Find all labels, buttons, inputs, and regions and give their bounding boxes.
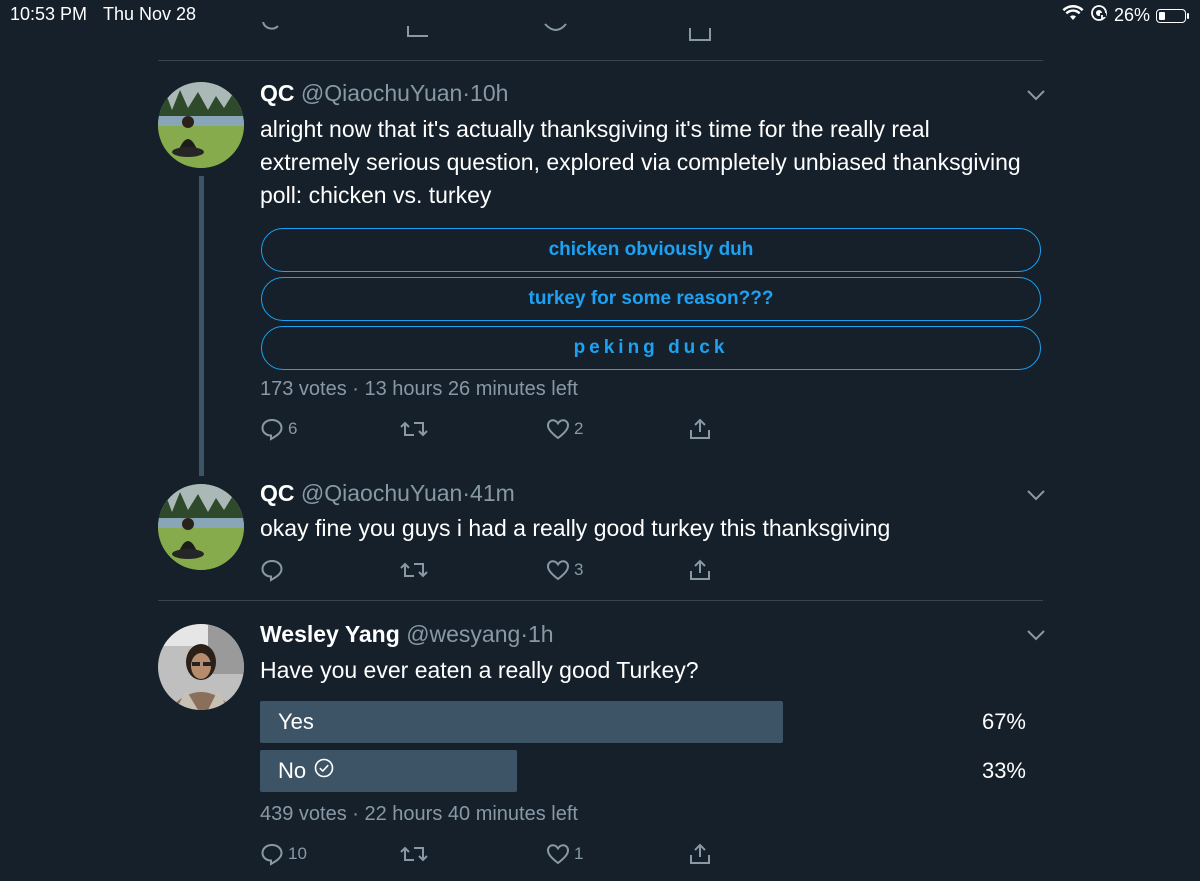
display-name[interactable]: QC (260, 80, 295, 106)
share-icon (688, 842, 712, 866)
chevron-down-icon[interactable] (1026, 88, 1046, 101)
poll-meta: 173 votes · 13 hours 26 minutes left (260, 378, 578, 400)
tweet-actions: 10 1 (258, 842, 728, 868)
retweet-button[interactable] (400, 417, 432, 441)
like-count: 3 (574, 560, 584, 579)
user-handle[interactable]: @QiaochuYuan (301, 480, 462, 506)
tweet-header: Wesley Yang @wesyang·1h (260, 621, 554, 648)
reply-icon (260, 417, 284, 441)
poll-option[interactable]: chicken obviously duh (261, 228, 1041, 272)
separator-dot: · (462, 480, 471, 506)
chevron-down-icon[interactable] (1026, 628, 1046, 641)
like-button[interactable]: 2 (546, 417, 583, 441)
display-name[interactable]: Wesley Yang (260, 621, 400, 647)
tweet-divider (158, 60, 1043, 61)
reply-count: 10 (288, 844, 307, 863)
tweet-time[interactable]: 10h (470, 80, 508, 106)
reply-icon (260, 558, 284, 582)
share-icon (688, 558, 712, 582)
poll-result-percent: 67% (981, 709, 1026, 734)
battery-percent: 26% (1113, 5, 1150, 25)
avatar[interactable] (158, 82, 244, 168)
poll-result-label: No (278, 758, 307, 783)
poll-result-percent: 33% (981, 758, 1026, 783)
heart-icon (546, 417, 570, 441)
avatar[interactable] (158, 484, 244, 570)
share-button[interactable] (688, 417, 712, 441)
check-circle-icon (314, 758, 334, 784)
tweet-time[interactable]: 41m (470, 480, 515, 506)
status-indicators: 26% (1062, 4, 1189, 27)
location-lock-icon (1090, 4, 1108, 27)
tweet-header: QC @QiaochuYuan·41m (260, 480, 515, 507)
heart-icon (546, 842, 570, 866)
chevron-down-icon[interactable] (1026, 488, 1046, 501)
reply-icon (260, 842, 284, 866)
user-handle[interactable]: @QiaochuYuan (301, 80, 462, 106)
reply-button[interactable]: 10 (260, 842, 307, 866)
tweet-header: QC @QiaochuYuan·10h (260, 80, 508, 107)
status-time: 10:53 PM (10, 4, 88, 24)
share-button[interactable] (688, 842, 712, 866)
heart-icon (546, 558, 570, 582)
display-name[interactable]: QC (260, 480, 295, 506)
retweet-button[interactable] (400, 842, 432, 866)
previous-tweet-actions (258, 21, 718, 42)
tweet-text: okay fine you guys i had a really good t… (260, 515, 891, 541)
poll-result-label: Yes (278, 709, 314, 734)
reply-button[interactable] (260, 558, 288, 582)
tweet-time[interactable]: 1h (528, 621, 554, 647)
share-button[interactable] (688, 558, 712, 582)
thread-line (199, 176, 204, 476)
battery-icon (1156, 8, 1189, 23)
like-count: 1 (574, 844, 584, 863)
poll-option[interactable]: peking duck (261, 326, 1041, 370)
tweet-text: Have you ever eaten a really good Turkey… (260, 657, 699, 683)
poll-meta: 439 votes · 22 hours 40 minutes left (260, 803, 578, 825)
like-count: 2 (574, 419, 584, 438)
tweet-actions: 6 2 (258, 417, 728, 443)
retweet-icon (400, 842, 428, 866)
user-handle[interactable]: @wesyang (406, 621, 520, 647)
tweet-actions: 3 (258, 558, 728, 584)
avatar[interactable] (158, 624, 244, 710)
status-date: Thu Nov 28 (103, 4, 197, 24)
poll-result-bar: No (260, 750, 517, 792)
reply-count: 6 (288, 419, 298, 438)
wifi-icon (1062, 5, 1084, 26)
separator-dot: · (462, 80, 471, 106)
tweet-divider (158, 600, 1043, 601)
retweet-icon (400, 417, 428, 441)
retweet-icon (400, 558, 428, 582)
tweet-text: alright now that it's actually thanksgiv… (260, 116, 1021, 208)
like-button[interactable]: 3 (546, 558, 583, 582)
poll-result-bar: Yes (260, 701, 783, 743)
like-button[interactable]: 1 (546, 842, 583, 866)
share-icon (688, 417, 712, 441)
separator-dot: · (520, 621, 528, 647)
reply-button[interactable]: 6 (260, 417, 297, 441)
poll-option[interactable]: turkey for some reason??? (261, 277, 1041, 321)
retweet-button[interactable] (400, 558, 432, 582)
